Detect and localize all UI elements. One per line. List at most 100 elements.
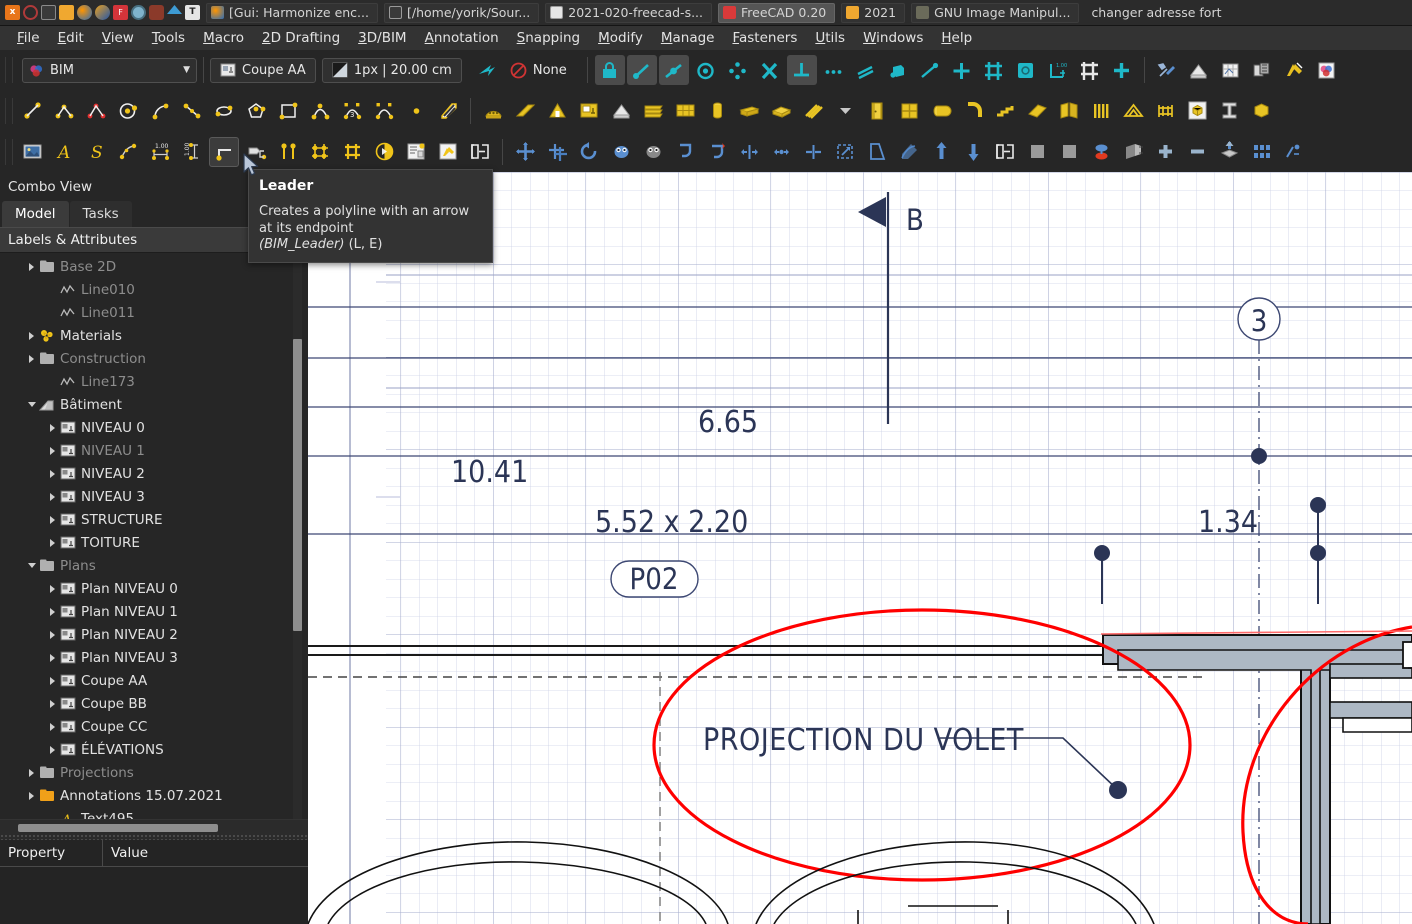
working-plane-button[interactable]: Coupe AA — [210, 58, 316, 83]
tree-expand-arrow-icon[interactable] — [46, 700, 59, 708]
section-plane-button[interactable] — [369, 137, 399, 167]
arrow-down-button[interactable] — [1054, 137, 1084, 167]
menu-item-edit[interactable]: Edit — [49, 28, 93, 48]
tree-expand-arrow-icon[interactable] — [46, 493, 59, 501]
box-button[interactable] — [1246, 96, 1276, 126]
tree-item[interactable]: Coupe CC — [0, 715, 308, 738]
slab-button[interactable] — [766, 96, 796, 126]
taskbar-window-1[interactable]: [/home/yorik/Sour... — [384, 3, 539, 23]
material-button[interactable] — [1312, 55, 1342, 85]
toolbar-grip[interactable] — [5, 98, 13, 124]
pipe-connector-button[interactable] — [958, 96, 988, 126]
tree-item[interactable]: Line010 — [0, 278, 308, 301]
rotate-button[interactable] — [574, 137, 604, 167]
tree-expand-arrow-icon[interactable] — [25, 332, 38, 340]
offset-2d-button[interactable] — [702, 137, 732, 167]
tree-item[interactable]: Bâtiment — [0, 393, 308, 416]
ifc-convert-button[interactable] — [1086, 137, 1116, 167]
tree-expand-arrow-icon[interactable] — [46, 746, 59, 754]
clone-button[interactable] — [606, 137, 636, 167]
remove-button[interactable] — [1182, 137, 1212, 167]
search-icon[interactable] — [131, 5, 146, 20]
tab-tasks[interactable]: Tasks — [70, 201, 132, 227]
toggle-grid-button[interactable] — [1075, 55, 1105, 85]
menu-item-help[interactable]: Help — [932, 28, 981, 48]
taskbar-window-3[interactable]: FreeCAD 0.20 — [718, 3, 835, 23]
add-button[interactable] — [1150, 137, 1180, 167]
ellipse-button[interactable] — [209, 96, 239, 126]
snap-extension-button[interactable] — [819, 55, 849, 85]
tree-scrollbar-thumb[interactable] — [293, 339, 302, 631]
menu-item-utils[interactable]: Utils — [806, 28, 854, 48]
tree-expand-arrow-icon[interactable] — [25, 355, 38, 363]
tree-expand-arrow-icon[interactable] — [25, 402, 38, 407]
shape2dview-button[interactable] — [990, 137, 1020, 167]
tree-item[interactable]: Plans — [0, 554, 308, 577]
menu-item-macro[interactable]: Macro — [194, 28, 253, 48]
workbench-selector[interactable]: BIM ▼ — [22, 58, 197, 83]
simple-copy-button[interactable] — [638, 137, 668, 167]
shape-from-text-button[interactable]: S — [81, 137, 111, 167]
join-button[interactable] — [766, 137, 796, 167]
cross-add-button[interactable] — [1107, 55, 1137, 85]
door-button[interactable] — [862, 96, 892, 126]
line-style-button[interactable]: 1px | 20.00 cm — [322, 58, 462, 83]
setup-button[interactable] — [1152, 55, 1182, 85]
curtainwall-button[interactable] — [670, 96, 700, 126]
rebar-dropdown-button[interactable] — [830, 96, 860, 126]
stairs-button[interactable] — [990, 96, 1020, 126]
tree-expand-arrow-icon[interactable] — [46, 677, 59, 685]
tree-expand-arrow-icon[interactable] — [46, 424, 59, 432]
chevron-down-icon[interactable]: ▼ — [183, 65, 190, 75]
move-button[interactable] — [510, 137, 540, 167]
polygon-button[interactable] — [241, 96, 271, 126]
model-tree[interactable]: Base 2DLine010Line011MaterialsConstructi… — [0, 253, 308, 819]
beam-button[interactable] — [734, 96, 764, 126]
tree-item[interactable]: ÉLÉVATIONS — [0, 738, 308, 761]
snap-special-button[interactable] — [883, 55, 913, 85]
menu-item-tools[interactable]: Tools — [143, 28, 194, 48]
truss-button[interactable] — [1118, 96, 1148, 126]
snap-endpoint-button[interactable] — [627, 55, 657, 85]
pipe-button[interactable] — [926, 96, 956, 126]
tree-expand-arrow-icon[interactable] — [46, 585, 59, 593]
tree-item[interactable]: STRUCTURE — [0, 508, 308, 531]
image-plane-button[interactable] — [17, 137, 47, 167]
column-button[interactable] — [702, 96, 732, 126]
toolbar-grip[interactable] — [5, 57, 13, 83]
snap-angle-button[interactable] — [723, 55, 753, 85]
line-button[interactable] — [17, 96, 47, 126]
scale-button[interactable] — [830, 137, 860, 167]
drawing-canvas[interactable]: B 3 6.65 10.41 5.52 x 2.20 1.34 P02 — [308, 172, 1412, 924]
snap-ortho-button[interactable] — [947, 55, 977, 85]
copy-button[interactable] — [542, 137, 572, 167]
tree-item[interactable]: Annotations 15.07.2021 — [0, 784, 308, 807]
tree-expand-arrow-icon[interactable] — [46, 631, 59, 639]
menu-item-manage[interactable]: Manage — [652, 28, 724, 48]
tree-item[interactable]: NIVEAU 0 — [0, 416, 308, 439]
tree-item[interactable]: Line011 — [0, 301, 308, 324]
split-button[interactable] — [798, 137, 828, 167]
menu-item-3d-bim[interactable]: 3D/BIM — [349, 28, 415, 48]
taskbar-window-0[interactable]: [Gui: Harmonize enc... — [206, 3, 378, 23]
snap-parallel-button[interactable] — [851, 55, 881, 85]
firefox-icon[interactable] — [77, 5, 92, 20]
tree-hscrollbar[interactable] — [0, 819, 308, 834]
facebinder-button[interactable] — [433, 96, 463, 126]
menu-item-modify[interactable]: Modify — [589, 28, 652, 48]
page-button[interactable] — [401, 137, 431, 167]
space-button[interactable] — [574, 96, 604, 126]
view-button[interactable] — [433, 137, 463, 167]
annotation-styles-button[interactable] — [1280, 55, 1310, 85]
mirror-button[interactable] — [1278, 137, 1308, 167]
arc-button[interactable] — [145, 96, 175, 126]
bird-icon[interactable] — [149, 5, 164, 20]
tree-item[interactable]: NIVEAU 3 — [0, 485, 308, 508]
tree-item[interactable]: Projections — [0, 761, 308, 784]
toolbar-grip[interactable] — [5, 139, 13, 165]
site-button[interactable] — [478, 96, 508, 126]
tree-expand-arrow-icon[interactable] — [46, 654, 59, 662]
tree-item[interactable]: NIVEAU 1 — [0, 439, 308, 462]
menu-item-file[interactable]: File — [8, 28, 49, 48]
rebar-button[interactable] — [798, 96, 828, 126]
